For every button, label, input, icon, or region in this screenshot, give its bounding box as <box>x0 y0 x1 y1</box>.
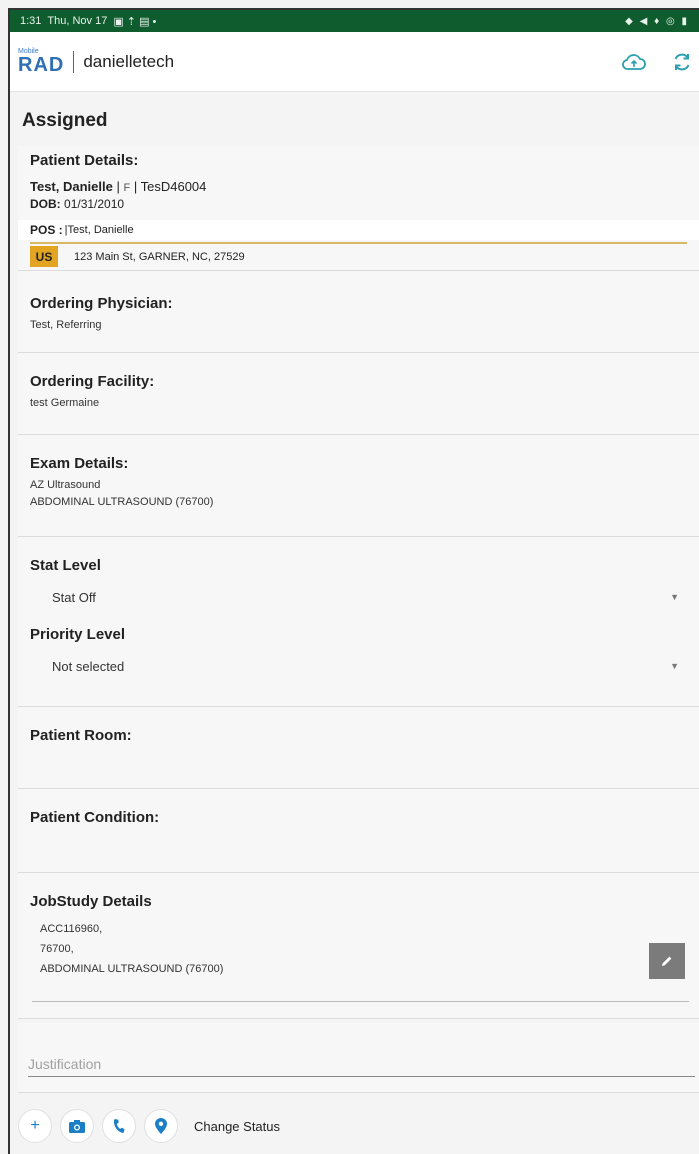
patient-room-title: Patient Room: <box>30 727 132 744</box>
status-bar: 1:31 Thu, Nov 17 ▣ ⇡ ▤ • ◆ ◀ ♦ ◎ ▮ <box>10 10 699 32</box>
page-title: Assigned <box>22 110 108 131</box>
jobstudy-lines: ACC116960, 76700, ABDOMINAL ULTRASOUND (… <box>30 919 687 979</box>
status-date: Thu, Nov 17 <box>47 15 108 27</box>
refresh-button[interactable] <box>667 47 697 77</box>
edit-jobstudy-button[interactable] <box>649 943 685 979</box>
jobstudy-code: 76700, <box>40 943 74 955</box>
change-status-button[interactable]: Change Status <box>194 1119 280 1134</box>
status-time: 1:31 <box>20 15 42 27</box>
phone-button[interactable] <box>102 1109 136 1143</box>
patient-sex: F <box>123 182 131 194</box>
cloud-upload-button[interactable] <box>619 47 649 77</box>
exam-details-title: Exam Details: <box>30 455 129 472</box>
ordering-facility-title: Ordering Facility: <box>30 373 155 390</box>
camera-button[interactable] <box>60 1109 94 1143</box>
app-bar: Mobile RAD danielletech <box>10 32 699 92</box>
map-pin-icon <box>155 1118 167 1134</box>
logo-divider <box>73 50 75 73</box>
dropdown-caret-icon: ▼ <box>670 661 679 671</box>
ordering-facility-value: test Germaine <box>30 397 100 409</box>
jobstudy-divider <box>32 1001 689 1002</box>
jobstudy-accession: ACC116960, <box>40 923 103 935</box>
plus-icon: + <box>30 1117 40 1134</box>
ordering-physician-title: Ordering Physician: <box>30 295 173 312</box>
patient-details-card: Patient Details: Test, Danielle | F | Te… <box>18 146 699 271</box>
notification-icons: ▣ ⇡ ▤ • <box>113 15 157 28</box>
app-frame: 1:31 Thu, Nov 17 ▣ ⇡ ▤ • ◆ ◀ ♦ ◎ ▮ Mobil… <box>8 8 699 1154</box>
camera-icon <box>69 1119 85 1133</box>
ordering-facility-card: Ordering Facility: test Germaine <box>18 353 699 435</box>
phone-icon <box>113 1119 125 1133</box>
jobstudy-details-card: JobStudy Details ACC116960, 76700, ABDOM… <box>18 873 699 1019</box>
ordering-physician-card: Ordering Physician: Test, Referring <box>18 271 699 353</box>
dropdown-caret-icon: ▼ <box>670 592 679 602</box>
identity-separator: | <box>116 179 120 194</box>
exam-modality: AZ Ultrasound <box>30 479 101 491</box>
exam-details-card: Exam Details: AZ Ultrasound ABDOMINAL UL… <box>18 435 699 537</box>
levels-card: Stat Level Stat Off ▼ Priority Level Not… <box>18 537 699 707</box>
justification-input[interactable] <box>28 1051 695 1077</box>
patient-condition-title: Patient Condition: <box>30 809 160 826</box>
patient-dob: DOB: 01/31/2010 <box>30 197 687 211</box>
stat-level-value: Stat Off <box>52 589 96 605</box>
dob-value: 01/31/2010 <box>64 197 125 211</box>
identity-separator: | <box>133 179 138 194</box>
pencil-icon <box>662 956 672 966</box>
patient-address: 123 Main St, GARNER, NC, 27529 <box>74 250 245 263</box>
location-button[interactable] <box>144 1109 178 1143</box>
status-indicators: ◆ ◀ ♦ ◎ ▮ <box>625 15 689 27</box>
cloud-upload-icon <box>622 53 646 70</box>
logo-big-text: RAD <box>18 54 65 76</box>
ordering-physician-value: Test, Referring <box>30 319 102 331</box>
priority-level-title: Priority Level <box>30 626 126 643</box>
patient-condition-card[interactable]: Patient Condition: <box>18 789 699 873</box>
refresh-icon <box>674 53 690 70</box>
add-button[interactable]: + <box>18 1109 52 1143</box>
pos-label: POS : <box>30 223 63 237</box>
stat-level-title: Stat Level <box>30 557 101 574</box>
patient-room-card[interactable]: Patient Room: <box>18 707 699 789</box>
mobile-rad-logo: Mobile RAD <box>18 48 64 75</box>
jobstudy-title: JobStudy Details <box>30 893 152 910</box>
exam-procedure: ABDOMINAL ULTRASOUND (76700) <box>30 496 214 508</box>
jobstudy-procedure: ABDOMINAL ULTRASOUND (76700) <box>40 963 224 975</box>
patient-details-title: Patient Details: <box>30 152 139 169</box>
priority-level-select[interactable]: Not selected ▼ <box>30 651 687 681</box>
dob-label: DOB: <box>30 197 61 211</box>
pos-row: POS : | Test, Danielle <box>18 220 699 240</box>
address-divider <box>30 242 687 244</box>
patient-name: Test, Danielle <box>30 179 113 194</box>
patient-identity: Test, Danielle | F | TesD46004 <box>30 179 687 194</box>
patient-address-row: US 123 Main St, GARNER, NC, 27529 <box>30 246 245 267</box>
justification-card <box>18 1023 699 1093</box>
pos-value: Test, Danielle <box>67 224 134 236</box>
patient-id: TesD46004 <box>140 179 207 194</box>
priority-level-value: Not selected <box>52 658 125 674</box>
technician-name: danielletech <box>83 51 175 71</box>
bottom-action-bar: + Change Status <box>10 1098 699 1154</box>
stat-level-select[interactable]: Stat Off ▼ <box>30 582 687 612</box>
country-badge: US <box>30 246 58 267</box>
